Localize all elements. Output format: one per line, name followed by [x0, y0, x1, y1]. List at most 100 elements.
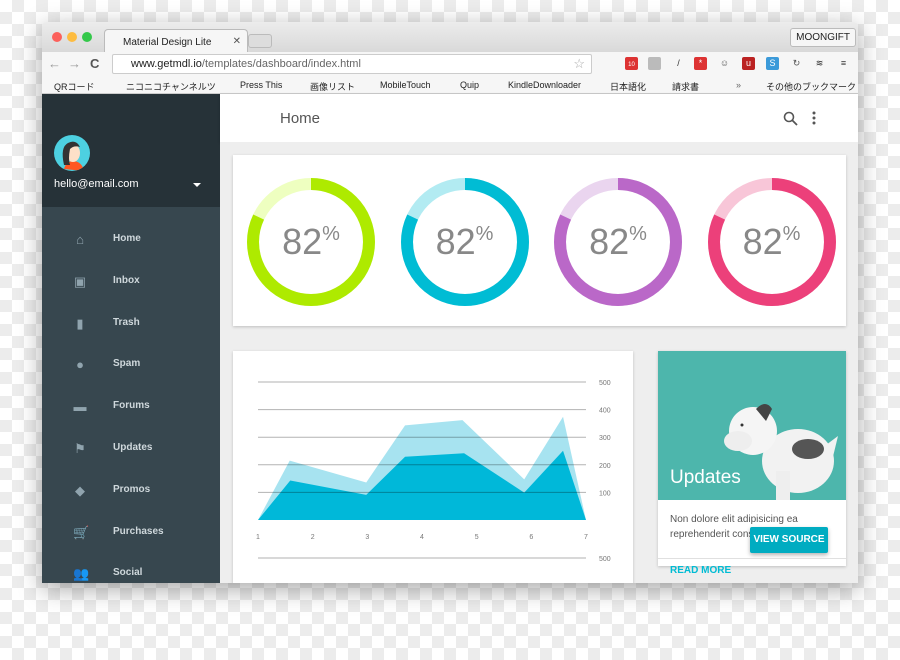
reload-icon[interactable]: C — [90, 56, 99, 71]
y-tick-label: 300 — [599, 435, 611, 442]
app-header: Home — [220, 94, 858, 142]
y-tick-label: 200 — [599, 463, 611, 470]
sidebar-item-label: Promos — [113, 483, 151, 495]
bookmark-item[interactable]: 日本語化 — [610, 80, 646, 93]
sidebar-item-label: Spam — [113, 358, 141, 370]
progress-donut: 82% — [400, 177, 530, 307]
star-icon[interactable]: ☆ — [573, 56, 585, 72]
ublock-icon[interactable]: u — [742, 57, 755, 70]
donut-number: 82 — [282, 221, 323, 262]
bookmark-item[interactable]: QRコード — [54, 80, 95, 93]
profile-button[interactable]: MOONGIFT — [790, 28, 856, 47]
close-window-button[interactable] — [52, 32, 62, 42]
bookmark-item[interactable]: 画像リスト — [310, 80, 355, 93]
sidebar-item-label: Trash — [113, 316, 140, 328]
donut-number: 82 — [435, 221, 476, 262]
search-icon[interactable] — [783, 111, 799, 127]
area-chart: 100 200 300 400 500 1 2 3 4 5 6 7 500 — [256, 380, 611, 563]
x-tick-label: 6 — [529, 534, 533, 541]
sidebar-item-home[interactable]: ⌂ Home — [42, 225, 220, 255]
donut-value: 82% — [553, 221, 683, 263]
account-dropdown-icon[interactable] — [193, 183, 201, 187]
other-bookmarks-folder[interactable]: その他のブックマーク — [766, 80, 856, 93]
bookmark-item[interactable]: KindleDownloader — [508, 80, 581, 90]
bookmark-item[interactable]: 請求書 — [672, 80, 699, 93]
sidebar-item-promos[interactable]: ◆ Promos — [42, 476, 220, 506]
secondary-tick-label: 500 — [599, 556, 611, 563]
donut-value: 82% — [246, 221, 376, 263]
progress-donut: 82% — [553, 177, 683, 307]
sidebar-item-purchases[interactable]: 🛒 Purchases — [42, 518, 220, 548]
progress-donut: 82% — [707, 177, 837, 307]
sidebar-item-label: Updates — [113, 442, 153, 453]
dog-illustration: Updates — [658, 351, 846, 500]
sidebar-item-spam[interactable]: ● Spam — [42, 350, 220, 380]
sidebar-item-label: Home — [113, 233, 141, 244]
sidebar-item-forums[interactable]: ▬ Forums — [42, 392, 220, 422]
s-extension-icon[interactable]: S — [766, 57, 779, 70]
sidebar-item-inbox[interactable]: ▣ Inbox — [42, 267, 220, 297]
donut-number: 82 — [589, 221, 630, 262]
sidebar-item-social[interactable]: 👥 Social — [42, 559, 220, 583]
more-bookmarks-icon[interactable]: » — [736, 80, 741, 90]
minimize-window-button[interactable] — [67, 32, 77, 42]
sync-icon[interactable]: ↻ — [790, 57, 803, 70]
forward-icon[interactable]: → — [68, 56, 81, 71]
bookmark-label: Quip — [460, 80, 480, 90]
menu-icon[interactable]: ≡ — [837, 57, 850, 70]
sidebar-item-trash[interactable]: ▮ Trash — [42, 309, 220, 339]
address-bar[interactable]: www.getmdl.io/templates/dashboard/index.… — [112, 54, 592, 74]
donut-unit: % — [782, 223, 801, 245]
x-tick-label: 1 — [256, 534, 260, 541]
browser-tab[interactable]: Material Design Lite ✕ — [104, 29, 248, 52]
sidebar-item-label: Inbox — [113, 274, 140, 286]
report-icon: ● — [76, 357, 84, 373]
people-icon: 👥 — [73, 566, 90, 582]
read-more-link[interactable]: READ MORE — [670, 565, 731, 576]
flag-icon: ⚑ — [74, 441, 86, 456]
pocket-icon[interactable]: ☺ — [718, 57, 731, 70]
trash-icon: ▮ — [76, 315, 84, 331]
y-tick-label: 100 — [599, 490, 611, 497]
tab-title: Material Design Lite — [123, 37, 212, 48]
sidebar: hello@email.com ⌂ Home ▣ Inbox ▮ Trash ● Spam ▬ F… — [42, 94, 220, 583]
todo-extension-icon[interactable]: 10 — [625, 57, 638, 70]
new-tab-button[interactable] — [248, 34, 272, 48]
bookmark-item[interactable]: ニコニコチャンネルツ — [126, 80, 216, 93]
sidebar-item-label: Purchases — [113, 525, 164, 537]
bookmark-item[interactable]: MobileTouch — [380, 80, 431, 90]
url-path: /templates/dashboard/index.html — [201, 58, 361, 70]
x-tick-label: 7 — [584, 534, 588, 541]
updates-card: Updates Non dolore elit adipisicing ea r… — [658, 351, 846, 576]
view-source-button[interactable]: VIEW SOURCE — [750, 527, 828, 553]
sidebar-item-label: Social — [113, 567, 143, 579]
account-email: hello@email.com — [54, 178, 139, 190]
x-tick-label: 5 — [475, 534, 479, 541]
inbox-icon: ▣ — [73, 273, 87, 289]
back-icon[interactable]: ← — [48, 56, 61, 71]
lastpass-icon[interactable]: * — [694, 57, 707, 70]
eyedropper-icon[interactable]: / — [672, 57, 685, 70]
copy-extension-icon[interactable] — [648, 57, 661, 70]
sidebar-item-updates[interactable]: ⚑ Updates — [42, 434, 220, 464]
sidebar-header: hello@email.com — [42, 94, 220, 207]
donut-unit: % — [322, 223, 340, 245]
zoom-window-button[interactable] — [82, 32, 92, 42]
badge-count: 10 — [628, 62, 635, 68]
y-tick-label: 500 — [599, 380, 611, 387]
avatar — [54, 135, 90, 171]
quip-bookmark[interactable]: Quip — [446, 80, 479, 90]
more-vert-icon[interactable] — [812, 111, 816, 125]
close-tab-icon[interactable]: ✕ — [233, 36, 241, 47]
buffer-icon[interactable]: ≋ — [813, 57, 826, 70]
donut-unit: % — [629, 223, 647, 245]
title-bar: Material Design Lite ✕ MOONGIFT — [42, 22, 858, 52]
donut-unit: % — [475, 223, 494, 245]
donut-number: 82 — [742, 221, 783, 262]
x-tick-label: 4 — [420, 534, 424, 541]
bookmark-item[interactable]: Press This — [240, 80, 282, 90]
home-icon: ⌂ — [76, 232, 84, 247]
progress-donut: 82% — [246, 177, 376, 307]
donut-value: 82% — [707, 221, 837, 263]
updates-title: Updates — [670, 467, 741, 488]
